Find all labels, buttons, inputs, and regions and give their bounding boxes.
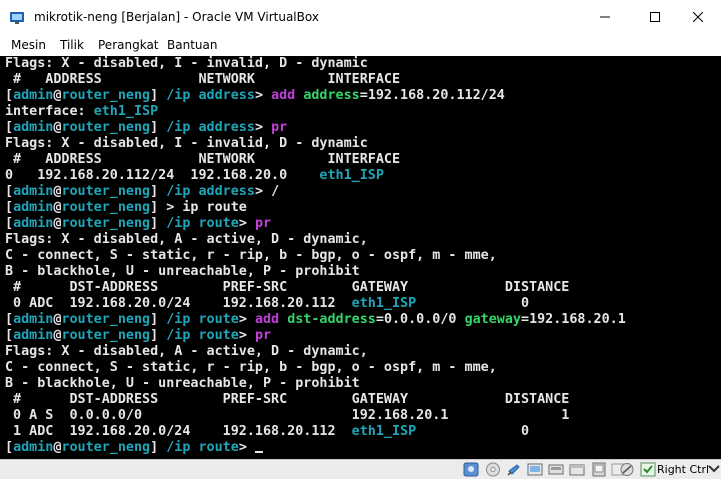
maximize-button[interactable]: [632, 0, 678, 34]
terminal-line: Flags: X - disabled, A - active, D - dyn…: [5, 344, 368, 359]
close-button[interactable]: [675, 0, 721, 34]
menu-bantuan[interactable]: Bantuan: [167, 34, 217, 56]
terminal-line: Flags: X - disabled, I - invalid, D - dy…: [5, 56, 368, 71]
terminal-line: # ADDRESS NETWORK INTERFACE: [5, 152, 401, 167]
status-bar: Right Ctrl: [0, 459, 721, 479]
terminal-line: Flags: X - disabled, A - active, D - dyn…: [5, 232, 368, 247]
terminal-line: [admin@router_neng] > ip route: [5, 200, 247, 215]
window-title: mikrotik-neng [Berjalan] - Oracle VM Vir…: [34, 10, 319, 24]
network-icon[interactable]: [527, 462, 543, 477]
usb-icon[interactable]: [548, 462, 564, 477]
terminal-line: [admin@router_neng] /ip route> pr: [5, 216, 272, 231]
terminal-line: # DST-ADDRESS PREF-SRC GATEWAY DISTANCE: [5, 392, 570, 407]
menu-perangkat[interactable]: Perangkat: [98, 34, 159, 56]
terminal-line: [admin@router_neng] /ip address> pr: [5, 120, 288, 135]
host-key-label[interactable]: Right Ctrl: [657, 460, 709, 479]
minimize-button[interactable]: [582, 0, 628, 34]
audio-icon[interactable]: [506, 462, 522, 477]
title-bar: mikrotik-neng [Berjalan] - Oracle VM Vir…: [0, 0, 721, 34]
menu-mesin[interactable]: Mesin: [11, 34, 46, 56]
terminal-prompt-line[interactable]: [admin@router_neng] /ip route>: [5, 440, 263, 456]
virtualbox-app-icon: [10, 12, 24, 24]
cpu-icon[interactable]: [619, 462, 635, 477]
optical-drive-icon[interactable]: [485, 462, 501, 477]
terminal-line: interface: eth1_ISP: [5, 104, 159, 119]
terminal-line: C - connect, S - static, r - rip, b - bg…: [5, 360, 497, 375]
vm-console-display[interactable]: Flags: X - disabled, I - invalid, D - dy…: [0, 56, 721, 459]
terminal-line: # ADDRESS NETWORK INTERFACE: [5, 72, 401, 87]
maximize-icon: [650, 12, 660, 22]
terminal-line: [admin@router_neng] /ip route> add dst-a…: [5, 312, 626, 327]
host-key-arrow-icon: [708, 465, 720, 473]
terminal-line: [admin@router_neng] /ip route> pr: [5, 328, 272, 343]
shared-folders-icon[interactable]: [569, 462, 585, 477]
terminal-line: B - blackhole, U - unreachable, P - proh…: [5, 264, 360, 279]
terminal-line: 0 A S 0.0.0.0/0 192.168.20.1 1: [5, 408, 570, 423]
terminal-line: [admin@router_neng] /ip address> /: [5, 184, 280, 199]
terminal-line: B - blackhole, U - unreachable, P - proh…: [5, 376, 360, 391]
menu-tilik[interactable]: Tilik: [60, 34, 84, 56]
terminal-line: # DST-ADDRESS PREF-SRC GATEWAY DISTANCE: [5, 280, 570, 295]
display-icon[interactable]: [591, 462, 607, 477]
text-cursor: [254, 451, 263, 453]
terminal-line: 1 ADC 192.168.20.0/24 192.168.20.112 eth…: [5, 424, 530, 439]
minimize-icon: [600, 16, 610, 18]
terminal-line: 0 192.168.20.112/24 192.168.20.0 eth1_IS…: [5, 168, 384, 183]
hard-disk-icon[interactable]: [463, 462, 479, 477]
menu-bar: Mesin Tilik Perangkat Bantuan: [0, 34, 721, 56]
close-icon: [693, 12, 703, 22]
mouse-integration-icon[interactable]: [640, 462, 656, 477]
terminal-line: [admin@router_neng] /ip address> add add…: [5, 88, 505, 103]
terminal-line: Flags: X - disabled, I - invalid, D - dy…: [5, 136, 368, 151]
terminal-line: C - connect, S - static, r - rip, b - bg…: [5, 248, 497, 263]
terminal-line: 0 ADC 192.168.20.0/24 192.168.20.112 eth…: [5, 296, 530, 311]
